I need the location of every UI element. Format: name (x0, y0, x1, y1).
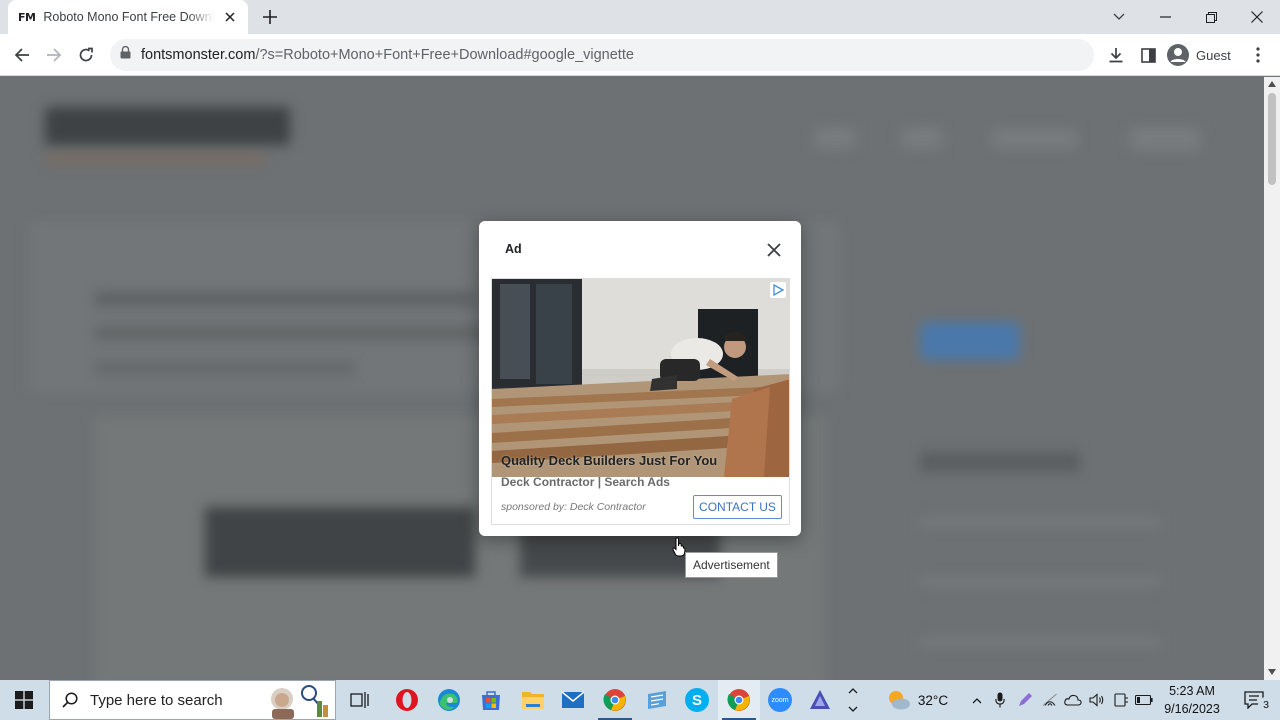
weather-temperature: 32°C (917, 692, 949, 708)
forward-arrow-icon[interactable] (40, 41, 68, 69)
blurred-sidebar-heading (920, 452, 1080, 472)
ad-vignette-dialog: Ad Quality Deck Builders Just For You De… (479, 221, 801, 536)
profile-button[interactable]: Guest (1166, 42, 1231, 68)
chevron-down-icon[interactable] (848, 706, 858, 713)
scroll-up-icon[interactable] (1268, 81, 1276, 87)
profile-label: Guest (1196, 47, 1231, 63)
windows-taskbar: Type here to search S zoom 32°C 5:23 AM … (0, 680, 1280, 720)
blurred-sidebar-line (920, 517, 1160, 527)
affinity-app-icon[interactable] (800, 680, 840, 720)
avatar-icon (1167, 44, 1189, 66)
back-arrow-icon[interactable] (8, 41, 36, 69)
mail-icon[interactable] (552, 680, 594, 720)
notification-count-badge: 3 (1258, 697, 1274, 713)
edge-icon[interactable] (428, 680, 470, 720)
minimize-icon[interactable] (1142, 0, 1188, 34)
lock-icon[interactable] (120, 45, 131, 64)
blurred-logo-tagline (45, 155, 265, 163)
blurred-nav-item (902, 127, 942, 149)
blurred-button (920, 322, 1020, 360)
address-bar[interactable]: fontsmonster.com/?s=Roboto+Mono+Font+Fre… (110, 39, 1094, 71)
microsoft-store-icon[interactable] (470, 680, 512, 720)
volume-icon[interactable] (1086, 680, 1108, 720)
side-panel-icon[interactable] (1134, 41, 1162, 69)
page-scrollbar[interactable] (1264, 77, 1280, 680)
blurred-sidebar-line (920, 577, 1160, 587)
scroll-down-icon[interactable] (1268, 669, 1276, 675)
windows-start-icon[interactable] (0, 680, 48, 720)
menu-kebab-icon[interactable] (1244, 41, 1272, 69)
blurred-nav-item (1130, 127, 1200, 151)
blurred-text-line (95, 292, 475, 306)
zoom-logo-text: zoom (768, 688, 792, 712)
skype-letter: S (685, 688, 709, 712)
notes-app-icon[interactable] (636, 680, 678, 720)
chrome-icon[interactable] (718, 680, 760, 720)
blurred-text-line (95, 362, 355, 374)
search-icon (62, 692, 78, 708)
browser-tab[interactable]: FM Roboto Mono Font Free Download (8, 0, 248, 34)
reload-icon[interactable] (72, 41, 100, 69)
blurred-nav-item (992, 129, 1077, 149)
url-host: fontsmonster.com (141, 47, 256, 63)
zoom-icon[interactable]: zoom (760, 680, 800, 720)
hand-cursor-icon (672, 537, 686, 557)
tab-strip: FM Roboto Mono Font Free Download (0, 0, 1280, 34)
pen-icon[interactable] (1014, 680, 1036, 720)
skype-icon[interactable]: S (676, 680, 718, 720)
blurred-font-preview (205, 507, 475, 577)
blurred-nav-item (815, 127, 855, 149)
download-icon[interactable] (1102, 41, 1130, 69)
taskbar-clock[interactable]: 5:23 AM 9/16/2023 (1156, 682, 1228, 718)
wifi-icon[interactable] (1039, 680, 1061, 720)
ad-subline: Deck Contractor | Search Ads (501, 475, 670, 489)
clock-time: 5:23 AM (1169, 684, 1215, 698)
tab-title: Roboto Mono Font Free Download (43, 10, 215, 24)
url-path: /?s=Roboto+Mono+Font+Free+Download#googl… (255, 47, 634, 63)
deck-builder-photo[interactable] (492, 279, 790, 477)
weather-widget[interactable]: 32°C (882, 680, 952, 720)
search-highlight-illustration-icon[interactable] (264, 683, 334, 719)
task-view-icon[interactable] (340, 680, 380, 720)
ad-headline[interactable]: Quality Deck Builders Just For You (501, 453, 717, 468)
file-explorer-icon[interactable] (512, 680, 554, 720)
clock-date: 9/16/2023 (1164, 702, 1220, 716)
onedrive-icon[interactable] (1062, 680, 1084, 720)
browser-toolbar: fontsmonster.com/?s=Roboto+Mono+Font+Fre… (0, 34, 1280, 76)
url-text[interactable]: fontsmonster.com/?s=Roboto+Mono+Font+Fre… (141, 47, 634, 63)
notification-center-icon[interactable]: 3 (1234, 680, 1274, 720)
scroll-thumb[interactable] (1268, 93, 1276, 185)
device-icon[interactable] (1110, 680, 1132, 720)
close-ad-icon[interactable] (763, 239, 785, 261)
site-favicon: FM (18, 10, 36, 24)
taskbar-search-input[interactable]: Type here to search (49, 680, 336, 720)
tab-search-chevron-icon[interactable] (1096, 0, 1142, 34)
show-hidden-icons-icon[interactable] (967, 680, 987, 720)
search-placeholder: Type here to search (90, 691, 223, 709)
chrome-alt-profile-icon[interactable] (594, 680, 636, 720)
contact-us-button[interactable]: CONTACT US (693, 495, 782, 519)
taskbar-scroll-arrows[interactable] (844, 680, 862, 720)
chevron-up-icon[interactable] (848, 687, 858, 694)
advertisement-tooltip: Advertisement (685, 552, 778, 578)
close-tab-icon[interactable] (222, 9, 238, 25)
ad-sponsor-text: sponsored by: Deck Contractor (501, 501, 646, 513)
blurred-sidebar-line (920, 637, 1160, 647)
ad-creative[interactable]: Quality Deck Builders Just For You Deck … (491, 278, 790, 525)
weather-sun-cloud-icon (888, 691, 910, 710)
microphone-icon[interactable] (990, 680, 1010, 720)
new-tab-icon[interactable] (258, 6, 282, 28)
adchoices-icon[interactable] (770, 282, 786, 298)
blurred-site-logo (45, 107, 290, 145)
ad-label: Ad (505, 242, 522, 256)
opera-icon[interactable] (386, 680, 428, 720)
restore-icon[interactable] (1188, 0, 1234, 34)
battery-icon[interactable] (1133, 680, 1155, 720)
close-window-icon[interactable] (1234, 0, 1280, 34)
